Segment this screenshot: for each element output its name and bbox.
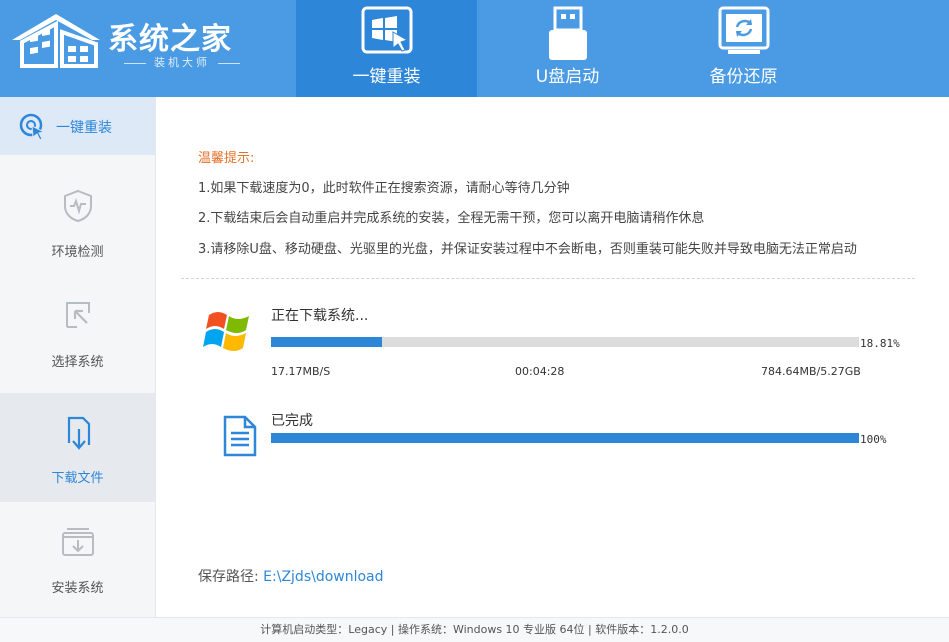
tip-item: 2.下载结束后会自动重启并完成系统的安装，全程无需干预，您可以离开电脑请稍作休息: [198, 211, 705, 226]
download-size: 784.64MB/5.27GB: [761, 365, 861, 378]
sidebar-label: 一键重装: [56, 120, 112, 136]
download-speed: 17.17MB/S: [271, 365, 331, 378]
download-progress-bar: [271, 337, 859, 347]
install-box-icon: [61, 528, 94, 556]
shield-pulse-icon: [63, 189, 92, 223]
sidebar-item-env-check[interactable]: 环境检测: [0, 167, 155, 276]
sidebar-label: 安装系统: [51, 581, 104, 596]
save-path: 保存路径: E:\Zjds\download: [198, 566, 384, 586]
logo-title: 系统之家: [108, 22, 232, 57]
sidebar-label: 环境检测: [51, 245, 104, 260]
usb-drive-icon: [548, 6, 587, 60]
logo-subtitle: 装机大师: [116, 54, 248, 70]
completed-progress-fill: [271, 433, 859, 443]
tab-one-click-reinstall[interactable]: 一键重装: [296, 0, 477, 97]
sidebar-item-install-system[interactable]: 安装系统: [0, 503, 155, 612]
sidebar-label: 下载文件: [51, 471, 104, 486]
tab-backup-restore[interactable]: 备份还原: [653, 0, 834, 97]
dashed-divider: [181, 278, 915, 279]
download-progress-label: 18.81%: [860, 337, 900, 350]
download-file-icon: [67, 416, 90, 450]
sidebar-label: 选择系统: [51, 355, 104, 370]
save-path-link[interactable]: E:\Zjds\download: [263, 569, 383, 585]
completed-progress-label: 100%: [860, 433, 887, 446]
tips-title: 温馨提示:: [198, 151, 255, 166]
windows-cursor-icon: [361, 6, 412, 54]
reinstall-cursor-icon: [19, 113, 46, 141]
tab-label: U盘启动: [535, 67, 600, 87]
download-elapsed-time: 00:04:28: [515, 365, 565, 378]
sidebar: 一键重装 环境检测 选择系统 下载文件 安装系统: [0, 97, 156, 617]
top-header: 系统之家 装机大师 一键重装 U盘启动 备份还原: [0, 0, 949, 97]
main-panel: 温馨提示: 1.如果下载速度为0，此时软件正在搜索资源，请耐心等待几分钟 2.下…: [157, 97, 949, 617]
sidebar-item-download-file[interactable]: 下载文件: [0, 393, 155, 502]
app-logo: 系统之家 装机大师: [8, 8, 258, 78]
backup-restore-icon: [718, 6, 769, 54]
sidebar-item-select-system[interactable]: 选择系统: [0, 277, 155, 386]
completed-status: 已完成: [271, 413, 313, 429]
status-footer: 计算机启动类型：Legacy | 操作系统：Windows 10 专业版 64位…: [0, 617, 949, 642]
select-cursor-icon: [65, 302, 90, 328]
tip-item: 1.如果下载速度为0，此时软件正在搜索资源，请耐心等待几分钟: [198, 181, 570, 196]
download-progress-fill: [271, 337, 382, 347]
tab-label: 一键重装: [352, 67, 421, 87]
tip-item: 3.请移除U盘、移动硬盘、光驱里的光盘，并保证安装过程中不会断电，否则重装可能失…: [198, 242, 857, 257]
save-path-label: 保存路径:: [198, 569, 259, 585]
tab-label: 备份还原: [709, 67, 778, 87]
house-logo-icon: [12, 14, 100, 68]
download-status: 正在下载系统...: [271, 308, 369, 324]
tab-usb-boot[interactable]: U盘启动: [477, 0, 658, 97]
sidebar-item-one-click-reinstall[interactable]: 一键重装: [0, 97, 155, 155]
completed-progress-bar: [271, 433, 859, 443]
document-icon: [223, 415, 257, 457]
windows-logo-icon: [203, 312, 249, 351]
